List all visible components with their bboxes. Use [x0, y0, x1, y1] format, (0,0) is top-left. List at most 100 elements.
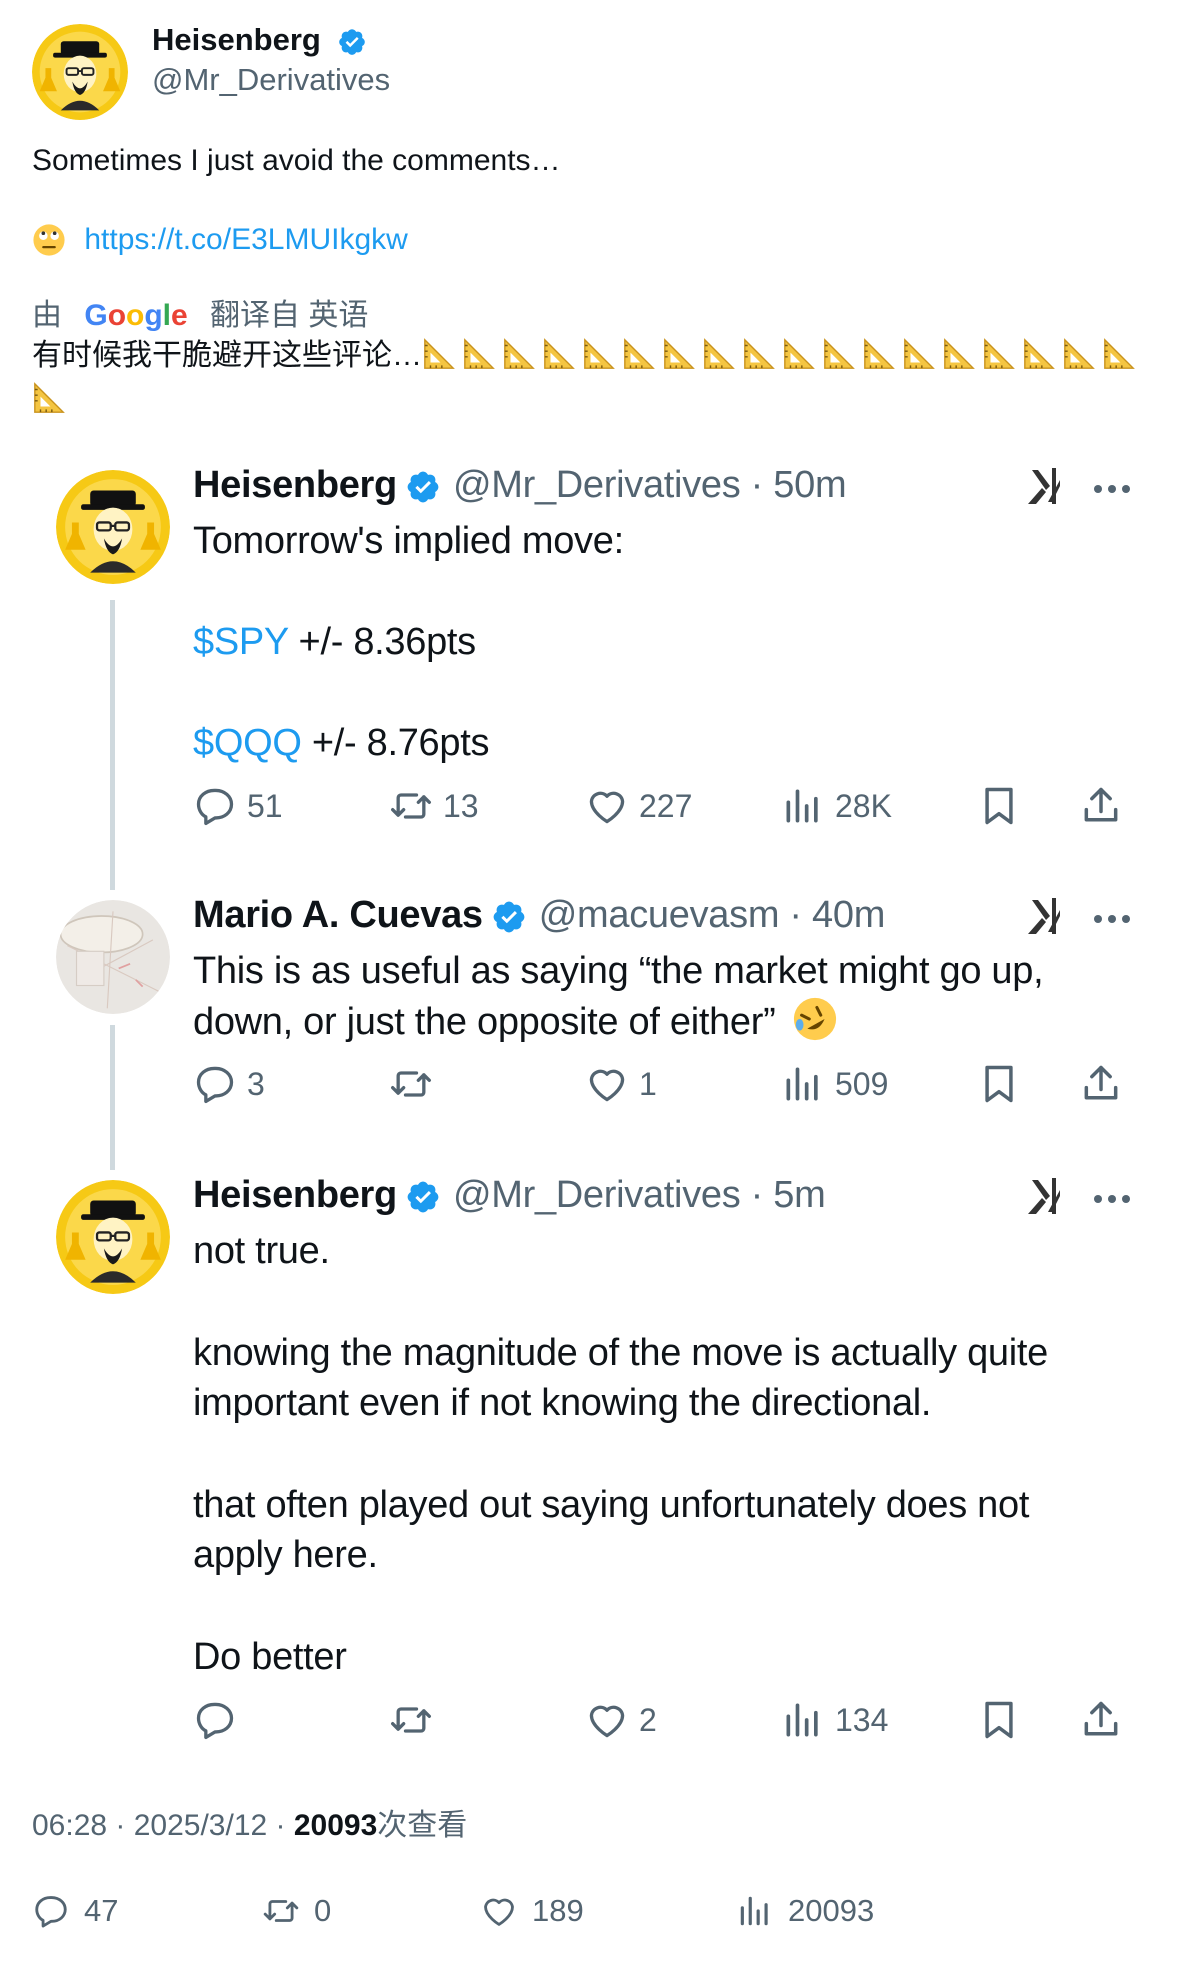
post-repost-button[interactable]: 0	[262, 1888, 331, 1934]
share-button[interactable]	[1079, 1060, 1133, 1108]
repost-button[interactable]: 13	[389, 782, 479, 830]
reply-button[interactable]: 51	[193, 782, 283, 830]
grok-icon[interactable]	[1022, 462, 1070, 510]
grok-icon[interactable]	[1022, 1172, 1070, 1220]
share-icon	[1079, 1698, 1123, 1742]
translate-prefix: 由	[32, 299, 62, 332]
tweet-header: Heisenberg @Mr_Derivatives · 50m	[193, 464, 847, 507]
post-views-button[interactable]: 20093	[736, 1888, 874, 1934]
like-count: 2	[639, 1701, 657, 1738]
reply-button[interactable]	[193, 1696, 247, 1744]
tweet-author-name[interactable]: Heisenberg	[193, 464, 397, 506]
reply-icon	[32, 1892, 70, 1930]
share-button[interactable]	[1079, 1696, 1133, 1744]
reply-button[interactable]: 3	[193, 1060, 265, 1108]
post-reply-button[interactable]: 47	[32, 1888, 118, 1934]
triangular-ruler-emoji-icon	[902, 337, 936, 371]
triangular-ruler-emoji-icon	[462, 337, 496, 371]
cashtag-qqq[interactable]: $QQQ	[193, 722, 302, 764]
author-name[interactable]: Heisenberg	[152, 22, 321, 57]
share-icon	[1079, 1062, 1123, 1106]
author-avatar[interactable]	[32, 24, 128, 120]
triangular-ruler-emoji-icon	[1102, 337, 1136, 371]
bookmark-icon	[977, 784, 1021, 828]
repost-button[interactable]	[389, 1696, 443, 1744]
post-link[interactable]: https://t.co/E3LMUIkgkw	[84, 223, 407, 256]
post-link-line: https://t.co/E3LMUIkgkw	[32, 222, 408, 257]
thread-avatar-heisenberg[interactable]	[56, 470, 170, 584]
post-timestamp-views: 06:28 · 2025/3/12 · 20093次查看	[32, 1800, 467, 1844]
translated-text-block: 有时候我干脆避开这些评论…	[32, 334, 1142, 422]
post-like-button[interactable]: 189	[480, 1888, 584, 1934]
post-reply-count: 47	[84, 1893, 119, 1928]
reply-icon	[193, 1698, 237, 1742]
post-view-count: 20093	[293, 1809, 378, 1842]
reply-icon	[193, 1062, 237, 1106]
views-button[interactable]: 509	[781, 1060, 888, 1108]
repost-button[interactable]	[389, 1060, 443, 1108]
cashtag-spy[interactable]: $SPY	[193, 621, 289, 663]
tweet-handle-time[interactable]: @macuevasm · 40m	[539, 894, 886, 936]
triangular-ruler-emoji-icon	[1062, 337, 1096, 371]
bookmark-icon	[977, 1698, 1021, 1742]
like-button[interactable]: 1	[585, 1060, 657, 1108]
triangular-ruler-emoji-icon	[32, 381, 66, 415]
author-name-row[interactable]: Heisenberg	[152, 22, 367, 58]
repost-icon	[389, 1698, 433, 1742]
share-button[interactable]	[1079, 782, 1133, 830]
google-logo: Google	[84, 299, 188, 332]
tweet-author-name[interactable]: Mario A. Cuevas	[193, 894, 483, 936]
rolling-eyes-emoji-icon	[32, 223, 66, 257]
reply-count: 3	[247, 1065, 265, 1102]
verified-badge-icon	[405, 469, 441, 505]
more-options-icon[interactable]	[1092, 913, 1132, 925]
views-button[interactable]: 134	[781, 1696, 888, 1744]
views-icon	[781, 1698, 825, 1742]
tweet-line: important even if not knowing the direct…	[193, 1382, 932, 1424]
repost-icon	[389, 1062, 433, 1106]
bookmark-button[interactable]	[977, 782, 1031, 830]
more-options-icon[interactable]	[1092, 1193, 1132, 1205]
bookmark-button[interactable]	[977, 1696, 1031, 1744]
repost-count: 13	[443, 787, 479, 824]
thread-avatar-mario[interactable]	[56, 900, 170, 1014]
bookmark-icon	[977, 1062, 1021, 1106]
tweet-header: Heisenberg @Mr_Derivatives · 5m	[193, 1174, 826, 1217]
like-button[interactable]: 2	[585, 1696, 657, 1744]
bookmark-button[interactable]	[977, 1060, 1031, 1108]
triangular-ruler-emoji-icon	[662, 337, 696, 371]
triangular-ruler-emoji-icon	[862, 337, 896, 371]
translate-suffix: 翻译自 英语	[210, 299, 369, 332]
qqq-move: +/- 8.76pts	[301, 722, 490, 764]
tweet-actions: 2 134	[193, 1696, 1133, 1744]
tweet-header: Mario A. Cuevas @macuevasm · 40m	[193, 894, 885, 937]
like-button[interactable]: 227	[585, 782, 692, 830]
tweet-line: Do better	[193, 1636, 347, 1678]
reply-icon	[193, 784, 237, 828]
tweet-handle-time[interactable]: @Mr_Derivatives · 5m	[453, 1174, 826, 1216]
triangular-ruler-emoji-icon	[822, 337, 856, 371]
tweet-actions: 3 1 509	[193, 1060, 1133, 1108]
views-count: 28K	[835, 787, 892, 824]
grok-icon[interactable]	[1022, 892, 1070, 940]
like-icon	[585, 1062, 629, 1106]
thread-avatar-heisenberg[interactable]	[56, 1180, 170, 1294]
author-handle[interactable]: @Mr_Derivatives	[152, 62, 390, 98]
tweet-handle-time[interactable]: @Mr_Derivatives · 50m	[453, 464, 847, 506]
views-count: 509	[835, 1065, 889, 1102]
views-count: 134	[835, 1701, 889, 1738]
tweet-author-name[interactable]: Heisenberg	[193, 1174, 397, 1216]
spy-move: +/- 8.36pts	[288, 621, 477, 663]
tweet-line: This is as useful as saying “the market …	[193, 950, 1044, 992]
tweet-line: apply here.	[193, 1534, 378, 1576]
views-label: 次查看	[377, 1809, 468, 1842]
more-options-icon[interactable]	[1092, 483, 1132, 495]
like-count: 1	[639, 1065, 657, 1102]
like-count: 227	[639, 787, 693, 824]
triangular-ruler-emoji-icon	[542, 337, 576, 371]
like-icon	[480, 1892, 518, 1930]
views-button[interactable]: 28K	[781, 782, 892, 830]
triangular-ruler-emoji-icon	[502, 337, 536, 371]
views-icon	[781, 784, 825, 828]
post-timestamp[interactable]: 06:28 · 2025/3/12 ·	[32, 1809, 294, 1842]
